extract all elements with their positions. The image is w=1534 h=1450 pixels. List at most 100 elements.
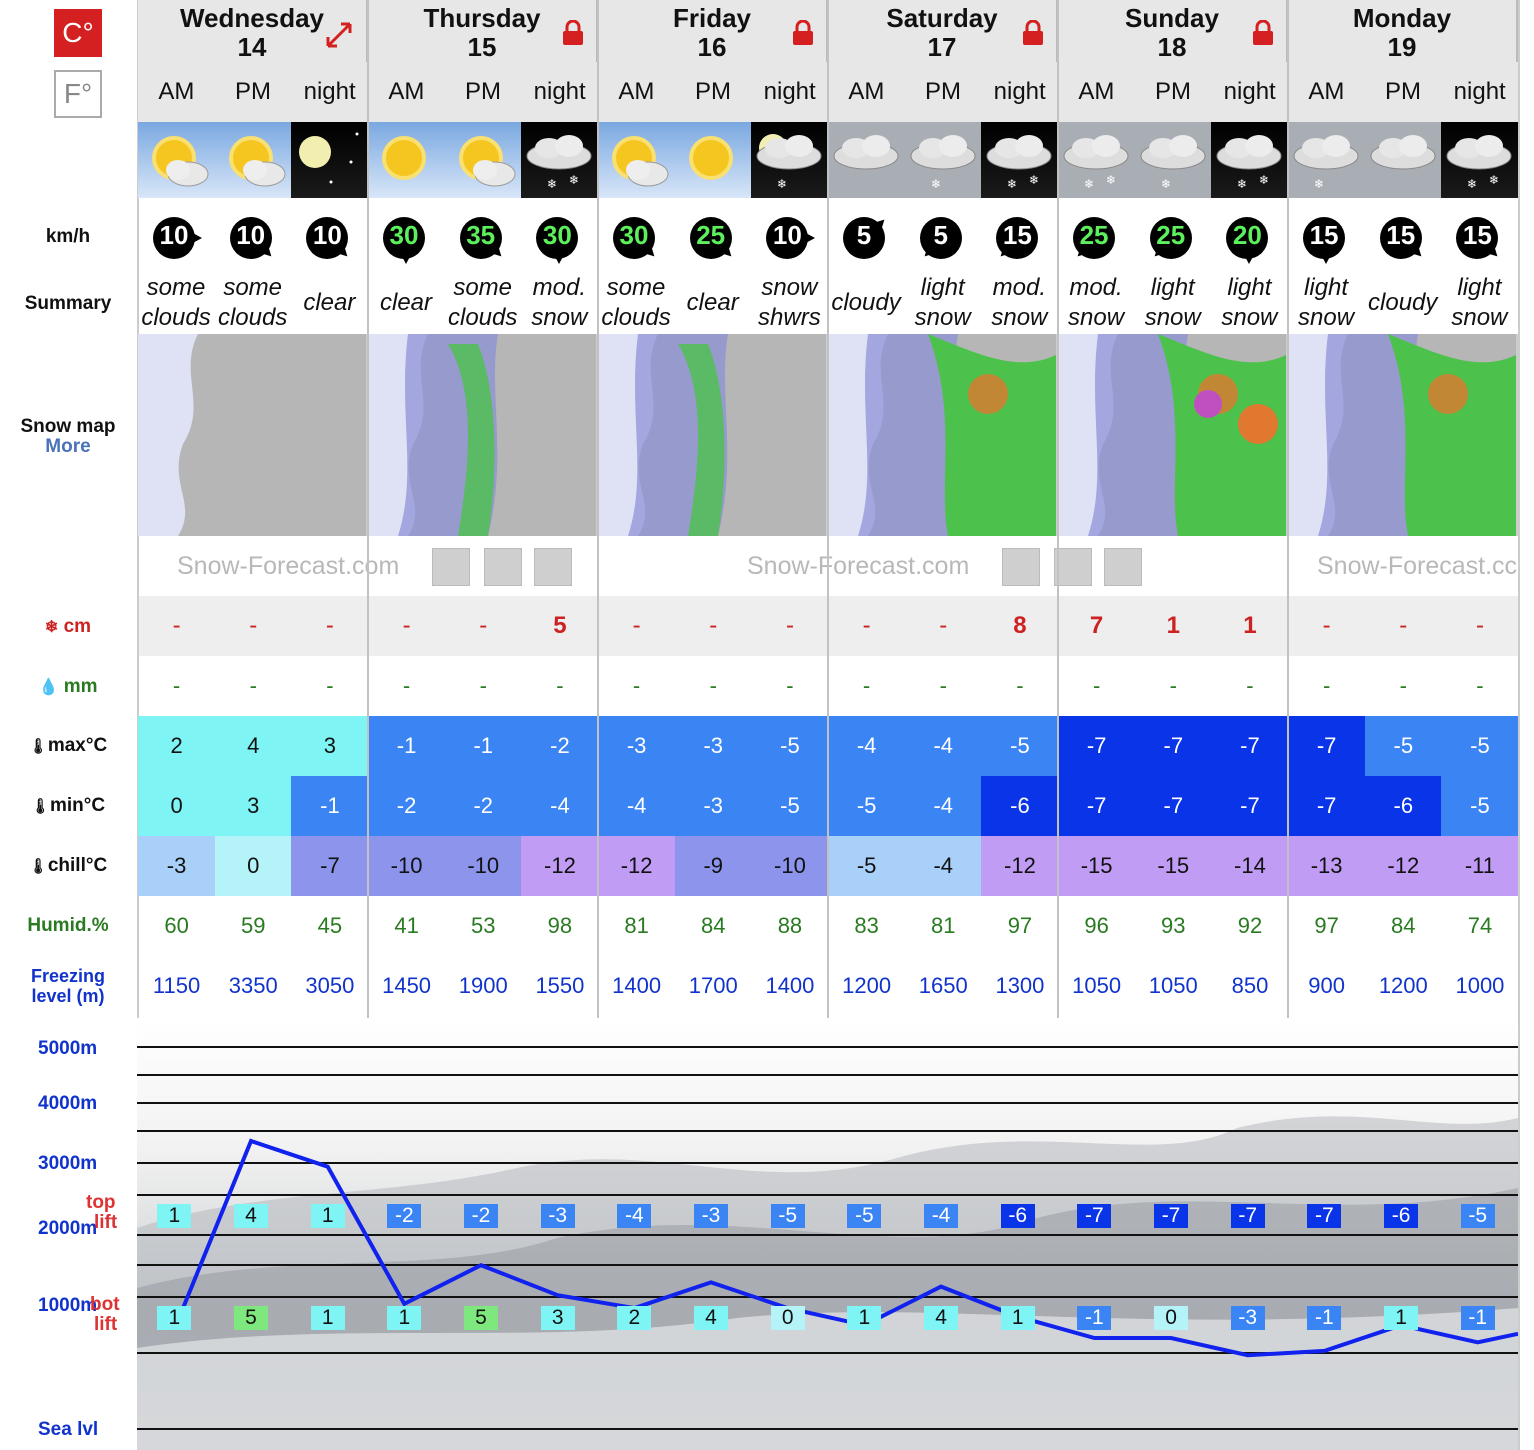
snow-map-image[interactable]: [828, 334, 1058, 536]
map-grid-icon[interactable]: [1104, 548, 1142, 586]
freezing-level-cell: 850: [1231, 973, 1269, 998]
max-temp-cell: -4: [828, 716, 906, 776]
freezing-level-cell: 1400: [612, 973, 662, 998]
min-temp-cell: -7: [1288, 776, 1366, 836]
humidity-cell: 60: [164, 913, 189, 938]
snow-map-image[interactable]: [368, 334, 598, 536]
wind-indicator: 5: [905, 212, 981, 264]
min-temp-cell: -1: [291, 776, 369, 836]
map-download-icon[interactable]: [1054, 548, 1092, 586]
snow-amount-cell: -: [249, 612, 258, 639]
min-temp-cell: -5: [751, 776, 829, 836]
chill-temp-cell: -9: [674, 836, 752, 896]
humidity-label: Humid.%: [27, 915, 109, 936]
freezing-level-cell: 1200: [1378, 973, 1428, 998]
period-label: night: [981, 62, 1059, 122]
celsius-button[interactable]: C°: [54, 9, 102, 57]
wind-speed: 25: [1079, 220, 1109, 250]
freezing-level-cell: 1300: [995, 973, 1045, 998]
bot-lift-temp-tag: 0: [770, 1306, 805, 1330]
snow-map-image[interactable]: [1058, 334, 1288, 536]
expand-icon[interactable]: [324, 20, 354, 56]
bot-lift-temp-tag: 5: [464, 1306, 498, 1330]
fahrenheit-button[interactable]: F°: [54, 70, 102, 118]
max-temp-cell: -5: [981, 716, 1059, 776]
bot-lift-temp-tag: 1: [847, 1306, 882, 1330]
summary-text: clear: [368, 272, 444, 334]
summary-word: clouds: [141, 304, 211, 331]
lock-icon[interactable]: [792, 19, 814, 52]
snow-map-more-link[interactable]: More: [0, 436, 136, 458]
summary-text: light snow: [1288, 272, 1364, 334]
bot-lift-label-bot: bot: [90, 1294, 120, 1315]
top-lift-temp-tag: 1: [310, 1204, 345, 1228]
wind-speed: 15: [1386, 220, 1416, 250]
bot-lift-temp-tag: 4: [924, 1306, 959, 1330]
light-snow-icon: ❄: [904, 122, 982, 198]
max-temp-cell: -1: [368, 716, 446, 776]
map-grid-icon[interactable]: [534, 548, 572, 586]
summary-word: shwrs: [758, 304, 821, 331]
rain-amount-cell: -: [402, 673, 411, 698]
chill-temp-cell: -10: [444, 836, 522, 896]
summary-text: clear: [291, 272, 367, 334]
rain-amount-cell: -: [786, 673, 794, 698]
chill-temp-cell: -4: [904, 836, 982, 896]
snow-map-image[interactable]: [138, 334, 368, 536]
wind-indicator: 25: [675, 212, 751, 264]
rain-amount-cell: -: [1246, 673, 1254, 698]
summary-word: snow: [1068, 304, 1125, 331]
humidity-cell: 96: [1084, 913, 1109, 938]
top-lift-temp-tag: -3: [694, 1204, 729, 1228]
chill-temp-label: 🌡chill°C: [0, 855, 136, 877]
top-lift-temp-tag: -6: [1000, 1204, 1035, 1228]
chill-temp-cell: -15: [1058, 836, 1136, 896]
chill-temp-cell: -14: [1211, 836, 1289, 896]
snow-map-image[interactable]: [1288, 334, 1518, 536]
svg-text:❄: ❄: [777, 177, 787, 191]
summary-word: clear: [686, 289, 739, 316]
summary-text: mod. snow: [1058, 272, 1134, 334]
period-label: night: [751, 62, 829, 122]
humidity-cell: 98: [547, 913, 573, 938]
day-header[interactable]: Monday 19: [1288, 0, 1518, 62]
min-temp-cell: -4: [521, 776, 599, 836]
top-lift-temp-tag: 1: [157, 1204, 192, 1228]
min-temp-cell: -2: [444, 776, 522, 836]
day-header[interactable]: Saturday 17: [828, 0, 1058, 62]
altitude-5000-label: 5000m: [38, 1038, 98, 1059]
wind-speed: 5: [933, 220, 948, 250]
period-label: PM: [1364, 62, 1442, 122]
chill-temp-cell: 0: [214, 836, 292, 896]
day-header[interactable]: Sunday 18: [1058, 0, 1288, 62]
wind-indicator: 15: [1288, 212, 1364, 264]
day-header[interactable]: Friday 16: [598, 0, 828, 62]
wind-speed: 30: [542, 220, 572, 250]
map-download-icon[interactable]: [484, 548, 522, 586]
map-terrain-icon[interactable]: [432, 548, 470, 586]
top-lift-temp-tag: -5: [847, 1204, 882, 1228]
max-temp-cell: -3: [674, 716, 752, 776]
summary-word: some: [146, 274, 206, 301]
lock-icon[interactable]: [1252, 19, 1274, 52]
max-temp-cell: -3: [598, 716, 676, 776]
lock-icon[interactable]: [1022, 19, 1044, 52]
summary-word: light: [1304, 274, 1349, 301]
light-snow-icon: ❄: [1288, 122, 1365, 198]
snow-map-image[interactable]: [598, 334, 828, 536]
summary-text: light snow: [1441, 272, 1517, 334]
summary-text: some clouds: [598, 272, 674, 334]
wind-speed: 10: [772, 220, 802, 250]
summary-text: some clouds: [138, 272, 214, 334]
day-header[interactable]: Thursday 15: [368, 0, 598, 62]
lock-icon[interactable]: [562, 19, 584, 52]
max-temp-cell: 4: [214, 716, 292, 776]
bot-lift-temp-tag: 0: [1154, 1306, 1189, 1330]
day-header[interactable]: Wednesday 14: [138, 0, 368, 62]
map-terrain-icon[interactable]: [1002, 548, 1040, 586]
chill-temp-cell: -7: [291, 836, 369, 896]
freezing-level-label-1: Freezing: [30, 966, 105, 986]
bot-lift-temp-tag: -1: [1077, 1306, 1112, 1330]
light-snow-icon: ❄: [1134, 122, 1212, 198]
summary-word: clouds: [217, 304, 288, 331]
